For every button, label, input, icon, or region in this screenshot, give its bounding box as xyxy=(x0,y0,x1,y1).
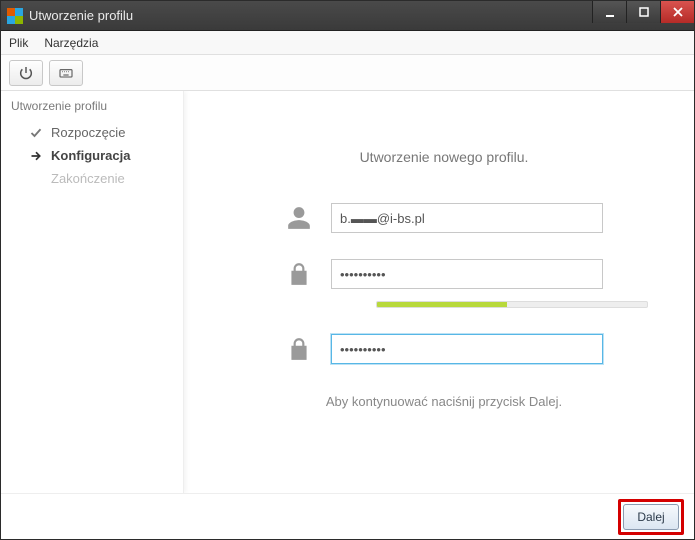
step-label: Zakończenie xyxy=(51,171,125,186)
lock-icon xyxy=(285,336,313,362)
next-button-highlight: Dalej xyxy=(618,499,684,535)
step-label: Rozpoczęcie xyxy=(51,125,125,140)
maximize-button[interactable] xyxy=(626,1,660,23)
step-config: Konfiguracja xyxy=(7,144,183,167)
step-start: Rozpoczęcie xyxy=(7,121,183,144)
password-input[interactable] xyxy=(331,259,603,289)
main-panel: Utworzenie nowego profilu. xyxy=(184,91,694,493)
username-input[interactable] xyxy=(331,203,603,233)
username-row xyxy=(234,203,654,233)
hint-text: Aby kontynuować naciśnij przycisk Dalej. xyxy=(234,394,654,409)
password-strength-bar xyxy=(376,301,648,308)
next-button[interactable]: Dalej xyxy=(623,504,679,530)
sidebar: Utworzenie profilu Rozpoczęcie Konfigura… xyxy=(1,91,184,493)
minimize-button[interactable] xyxy=(592,1,626,23)
menu-file[interactable]: Plik xyxy=(9,36,28,50)
password-confirm-input[interactable] xyxy=(331,334,603,364)
password-confirm-row xyxy=(234,334,654,364)
sidebar-title: Utworzenie profilu xyxy=(7,97,183,121)
titlebar[interactable]: Utworzenie profilu xyxy=(1,1,694,31)
footer: Dalej xyxy=(1,493,694,539)
menubar: Plik Narzędzia xyxy=(1,31,694,55)
close-button[interactable] xyxy=(660,1,694,23)
app-icon xyxy=(7,8,23,24)
window-title: Utworzenie profilu xyxy=(29,8,592,23)
toolbar xyxy=(1,55,694,91)
menu-tools[interactable]: Narzędzia xyxy=(44,36,98,50)
step-label: Konfiguracja xyxy=(51,148,130,163)
check-icon xyxy=(29,127,43,139)
password-row xyxy=(234,259,654,289)
power-button[interactable] xyxy=(9,60,43,86)
app-window: Utworzenie profilu Plik Narzędzia xyxy=(0,0,695,540)
user-icon xyxy=(285,205,313,231)
lock-icon xyxy=(285,261,313,287)
arrow-right-icon xyxy=(29,150,43,162)
keyboard-button[interactable] xyxy=(49,60,83,86)
main-heading: Utworzenie nowego profilu. xyxy=(234,149,654,165)
step-finish: Zakończenie xyxy=(7,167,183,190)
